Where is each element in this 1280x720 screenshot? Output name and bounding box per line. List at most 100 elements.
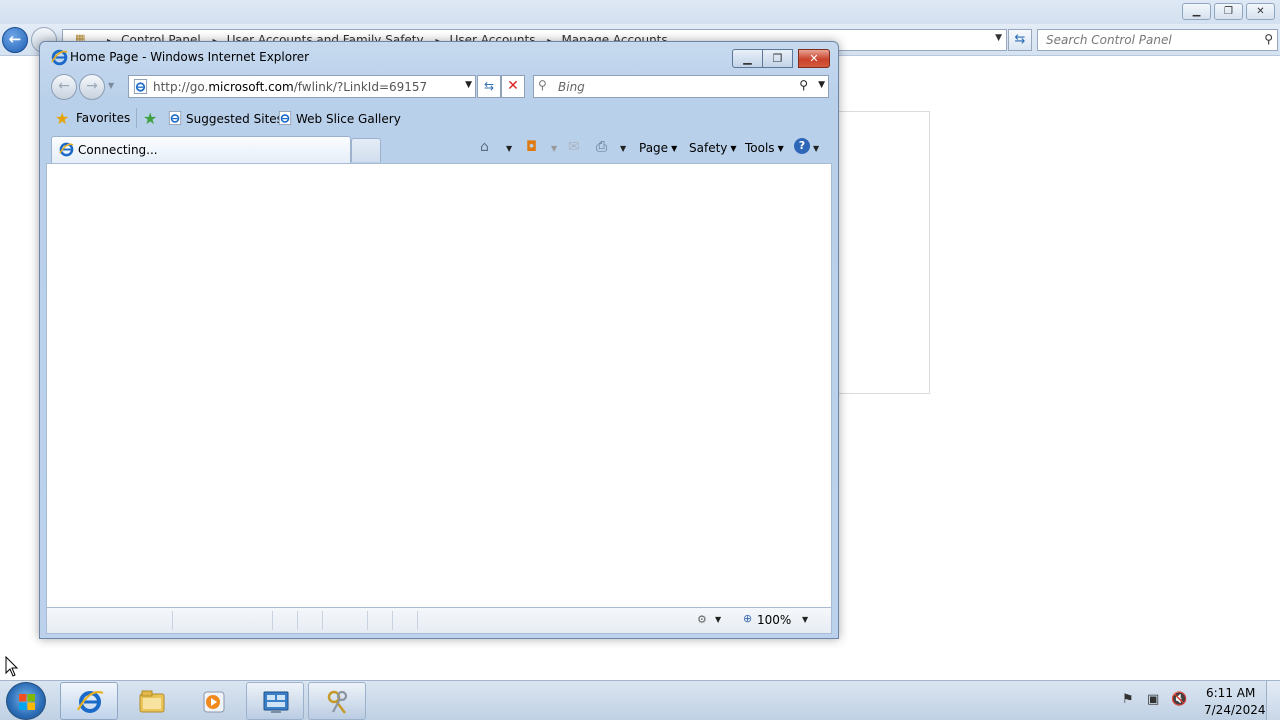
control-panel-titlebar: ▁ ❐ ✕ [0, 0, 1280, 24]
print-dropdown-icon[interactable]: ▼ [620, 144, 626, 153]
feeds-dropdown-icon[interactable]: ▼ [551, 144, 557, 153]
tools-menu-label: Tools [745, 141, 775, 155]
status-divider [367, 611, 368, 630]
page-menu-label: Page [639, 141, 669, 155]
url-domain: microsoft.com [208, 80, 294, 94]
taskbar-internet-explorer[interactable] [60, 682, 118, 720]
keys-icon [327, 690, 348, 714]
status-divider [272, 611, 273, 630]
clock-time[interactable]: 6:11 AM [1206, 686, 1255, 700]
suggested-sites-link[interactable]: Suggested Sites [168, 111, 283, 126]
safety-menu-label: Safety [689, 141, 728, 155]
print-icon[interactable]: ⎙ [596, 139, 607, 155]
mouse-cursor-icon [5, 656, 19, 677]
help-icon[interactable]: ? [794, 138, 810, 154]
media-player-icon [203, 691, 225, 713]
zoom-dropdown-icon[interactable]: ▼ [802, 615, 808, 624]
mail-icon[interactable]: ✉ [568, 139, 580, 155]
address-bar[interactable]: http://go.microsoft.com/fwlink/?LinkId=6… [128, 75, 476, 98]
favorites-button[interactable]: Favorites [76, 111, 130, 125]
stop-button[interactable]: ✕ [501, 75, 525, 98]
recent-pages-dropdown-icon[interactable]: ▼ [108, 81, 114, 90]
add-to-favorites-bar-icon[interactable]: ★ [143, 109, 157, 128]
taskbar: ⚑ ▣ 🔇 6:11 AM 7/24/2024 [0, 680, 1280, 720]
back-button[interactable]: ← [51, 74, 77, 100]
search-icon[interactable]: ⚲ [799, 78, 808, 92]
command-bar: Connecting... ⌂ ▼ ◘ ▼ ✉ ⎙ ▼ Page ▼ Safety… [46, 136, 832, 163]
internet-explorer-window: Home Page - Windows Internet Explorer ▁ … [39, 41, 839, 639]
action-center-flag-icon[interactable]: ⚑ [1122, 692, 1134, 707]
search-placeholder: Bing [558, 80, 585, 94]
zoom-icon[interactable]: ⊕ [743, 612, 752, 625]
url-prefix: http://go. [153, 80, 209, 94]
windows-logo-icon [19, 694, 35, 710]
address-dropdown-icon[interactable]: ▼ [995, 33, 1002, 43]
home-dropdown-icon[interactable]: ▼ [506, 144, 512, 153]
forward-button[interactable]: → [79, 74, 105, 100]
back-button[interactable]: ← [2, 27, 28, 53]
status-divider [417, 611, 418, 630]
security-zone-icon[interactable]: ⚙ [697, 613, 707, 626]
folder-icon [139, 690, 165, 713]
zone-dropdown-icon[interactable]: ▼ [715, 615, 721, 624]
search-placeholder: Search Control Panel [1046, 33, 1172, 47]
page-menu[interactable]: Page ▼ [639, 141, 677, 155]
refresh-button[interactable]: ⇆ [477, 75, 501, 98]
web-slice-gallery-link[interactable]: Web Slice Gallery [278, 111, 401, 126]
internet-explorer-icon [77, 691, 104, 713]
new-tab-button[interactable] [351, 138, 381, 162]
address-url: http://go.microsoft.com/fwlink/?LinkId=6… [153, 80, 427, 94]
page-content-area[interactable] [46, 163, 832, 608]
ie-titlebar: Home Page - Windows Internet Explorer ▁ … [40, 42, 838, 72]
search-icon[interactable]: ⚲ [1264, 32, 1273, 46]
favorites-star-icon: ★ [55, 109, 70, 128]
bing-search-input[interactable]: ⚲ Bing ⚲ ▼ [533, 75, 829, 98]
safety-menu[interactable]: Safety ▼ [689, 141, 737, 155]
chevron-down-icon: ▼ [730, 144, 737, 153]
maximize-button[interactable]: ❐ [762, 49, 793, 68]
tab-title: Connecting... [78, 143, 158, 157]
clock-date[interactable]: 7/24/2024 [1204, 703, 1266, 717]
close-button[interactable]: ✕ [1246, 3, 1275, 20]
control-panel-icon [263, 691, 289, 713]
tools-menu[interactable]: Tools ▼ [745, 141, 784, 155]
zoom-level[interactable]: 100% [757, 613, 791, 627]
feeds-icon[interactable]: ◘ [526, 139, 537, 155]
volume-muted-icon[interactable]: 🔇 [1171, 692, 1187, 707]
minimize-button[interactable]: ▁ [732, 49, 763, 68]
ie-logo-icon [59, 142, 74, 157]
status-divider [297, 611, 298, 630]
show-desktop-button[interactable] [1266, 681, 1280, 720]
search-options-dropdown-icon[interactable]: ▼ [818, 80, 825, 90]
ie-logo-icon [51, 49, 68, 66]
window-title: Home Page - Windows Internet Explorer [70, 50, 310, 64]
minimize-button[interactable]: ▁ [1182, 3, 1211, 20]
control-panel-search-input[interactable]: Search Control Panel ⚲ [1037, 29, 1278, 51]
status-divider [172, 611, 173, 630]
start-button[interactable] [6, 682, 46, 720]
ie-navigation-bar: ← → ▼ http://go.microsoft.com/fwlink/?Li… [40, 72, 838, 104]
favorites-bar: ★ Favorites ★ Suggested Sites Web Slice … [46, 104, 832, 134]
home-icon[interactable]: ⌂ [480, 139, 489, 155]
taskbar-windows-explorer[interactable] [122, 682, 180, 720]
network-icon[interactable]: ▣ [1147, 692, 1159, 707]
help-dropdown-icon[interactable]: ▼ [813, 144, 819, 153]
browser-tab[interactable]: Connecting... [51, 136, 351, 163]
search-provider-icon: ⚲ [538, 78, 547, 92]
taskbar-credential-manager[interactable] [308, 682, 366, 720]
chevron-down-icon: ▼ [671, 144, 678, 153]
close-button[interactable]: ✕ [798, 49, 830, 68]
chevron-down-icon: ▼ [777, 144, 784, 153]
taskbar-control-panel[interactable] [246, 682, 304, 720]
address-dropdown-icon[interactable]: ▼ [465, 80, 472, 90]
maximize-button[interactable]: ❐ [1214, 3, 1243, 20]
status-divider [322, 611, 323, 630]
content-panel [836, 111, 930, 394]
ie-page-icon [278, 111, 292, 125]
taskbar-media-player[interactable] [184, 682, 242, 720]
web-slice-gallery-label: Web Slice Gallery [296, 112, 401, 126]
url-path: /fwlink/?LinkId=69157 [293, 80, 428, 94]
suggested-sites-label: Suggested Sites [186, 112, 283, 126]
status-divider [392, 611, 393, 630]
refresh-button[interactable]: ⇆ [1008, 29, 1032, 51]
